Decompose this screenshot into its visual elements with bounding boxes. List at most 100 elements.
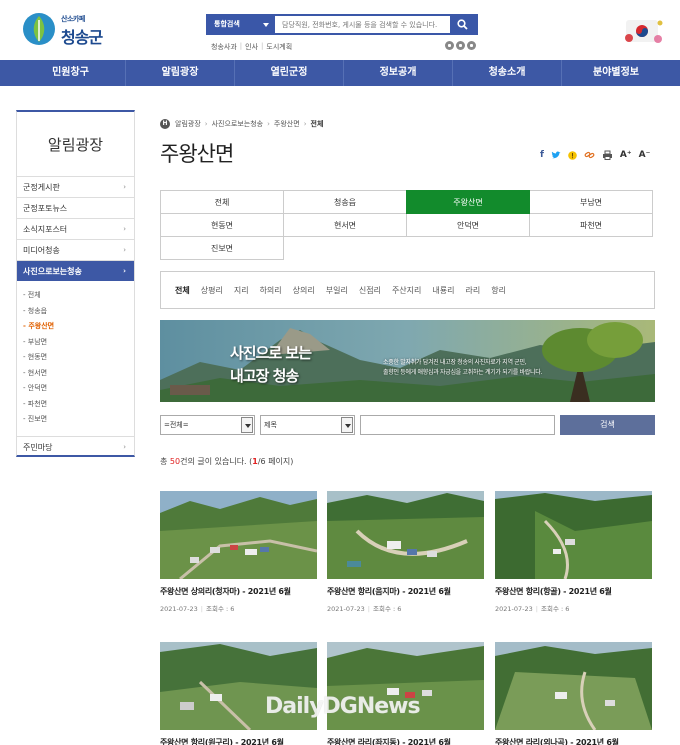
gallery-views: 조회수 : 6: [372, 605, 402, 613]
sidebar-item-admin-board[interactable]: 군정게시판 ›: [16, 176, 135, 197]
village-tab-sangui[interactable]: 상의리: [293, 285, 315, 296]
submenu-item-all[interactable]: - 전체: [23, 288, 134, 304]
gallery-card[interactable]: 주왕산면 항리(음지마) - 2021년 6월 2021-07-23 | 조회수 :…: [327, 491, 484, 613]
pause-icon[interactable]: [456, 41, 465, 50]
caret-down-icon: [263, 23, 269, 27]
facebook-icon[interactable]: f: [540, 150, 544, 160]
breadcrumb: H 알림광장 › 사진으로보는청송 › 주왕산면 › 전체: [160, 119, 323, 129]
gallery-title[interactable]: 주왕산면 항리(원구리) - 2021년 6월: [160, 737, 317, 745]
next-icon[interactable]: [467, 41, 476, 50]
gnb-item-info-disclosure[interactable]: 정보공개: [343, 60, 452, 86]
village-tab-ji[interactable]: 지리: [234, 285, 249, 296]
tab-jinbo[interactable]: 진보면: [160, 236, 284, 260]
quick-link-urban-plan[interactable]: 도시계획: [266, 42, 292, 52]
gnb-item-field-info[interactable]: 분야별정보: [561, 60, 670, 86]
gallery-card[interactable]: 주왕산면 라리(외나곡) - 2021년 6월: [495, 642, 652, 745]
kakaostory-icon[interactable]: [568, 150, 577, 160]
gallery-thumbnail[interactable]: [160, 491, 317, 579]
breadcrumb-item[interactable]: 사진으로보는청송: [212, 119, 264, 129]
gallery-title[interactable]: 주왕산면 라리(외나곡) - 2021년 6월: [495, 737, 652, 745]
village-tab-haui[interactable]: 하의리: [260, 285, 282, 296]
gallery-title[interactable]: 주왕산면 라리(좌지동) - 2021년 6월: [327, 737, 484, 745]
village-tab-all[interactable]: 전체: [175, 285, 190, 296]
sidebar-item-photo-news[interactable]: 군정포토뉴스: [16, 197, 135, 218]
gallery-thumbnail[interactable]: [327, 491, 484, 579]
prev-icon[interactable]: [445, 41, 454, 50]
gallery-title[interactable]: 주왕산면 항리(항골) - 2021년 6월: [495, 586, 652, 597]
logo-name: 청송군: [61, 28, 103, 47]
breadcrumb-separator: ›: [267, 120, 270, 128]
village-tab-hang[interactable]: 항리: [491, 285, 506, 296]
sidebar-menu: 군정게시판 › 군정포토뉴스 소식지포스터 › 미디어청송 › 사진으로보는청송…: [16, 176, 135, 457]
sidebar-item-photo-gallery[interactable]: 사진으로보는청송 ›: [16, 260, 135, 281]
gallery-title[interactable]: 주왕산면 상의리(청자마) - 2021년 6월: [160, 586, 317, 597]
village-tab-naeryong[interactable]: 내룡리: [432, 285, 454, 296]
sidebar-item-media[interactable]: 미디어청송 ›: [16, 239, 135, 260]
tab-andeok[interactable]: 안덕면: [406, 213, 530, 237]
search-scope-dropdown[interactable]: =전체=: [160, 415, 255, 435]
chevron-right-icon: ›: [123, 183, 126, 191]
gallery-thumbnail[interactable]: [495, 642, 652, 730]
breadcrumb-separator: ›: [204, 120, 208, 128]
sidebar-item-newsletter[interactable]: 소식지포스터 ›: [16, 218, 135, 239]
link-copy-icon[interactable]: [584, 150, 595, 160]
quick-link-personnel[interactable]: 인사: [245, 42, 258, 52]
search-field-dropdown[interactable]: 제목: [260, 415, 355, 435]
village-tab-sangpyeong[interactable]: 상평리: [201, 285, 223, 296]
gallery-card[interactable]: 주왕산면 항리(항골) - 2021년 6월 2021-07-23 | 조회수 : …: [495, 491, 652, 613]
breadcrumb-item[interactable]: 주왕산면: [274, 119, 300, 129]
village-tab-buil[interactable]: 부일리: [326, 285, 348, 296]
submenu-item-cheongsong-eup[interactable]: - 청송읍: [23, 304, 134, 320]
submenu-item-andeok[interactable]: - 안덕면: [23, 381, 134, 397]
gallery-title[interactable]: 주왕산면 항리(음지마) - 2021년 6월: [327, 586, 484, 597]
keyword-input[interactable]: [360, 415, 555, 435]
tab-juwangsan[interactable]: 주왕산면: [406, 190, 530, 214]
village-tab-jusanji[interactable]: 주산지리: [392, 285, 421, 296]
sidebar-item-label: 사진으로보는청송: [23, 267, 82, 276]
submenu-item-bunam[interactable]: - 부남면: [23, 335, 134, 351]
font-size-up-button[interactable]: A⁺: [620, 150, 632, 160]
site-logo[interactable]: 산소카페 청송군: [22, 10, 112, 50]
search-scope-select[interactable]: 통합검색: [208, 16, 275, 33]
sidebar-item-label: 주민마당: [23, 442, 53, 452]
font-size-down-button[interactable]: A⁻: [639, 150, 651, 160]
gnb-item-about[interactable]: 청송소개: [452, 60, 561, 86]
search-field-value: 제목: [264, 421, 277, 429]
submenu-item-jinbo[interactable]: - 진보면: [23, 412, 134, 428]
chevron-right-icon: ›: [123, 442, 126, 451]
village-tab-sinjeom[interactable]: 신점리: [359, 285, 381, 296]
site-header: 산소카페 청송군 통합검색 청송사과 | 인사 | 도시계획: [0, 0, 680, 60]
tab-cheongsong-eup[interactable]: 청송읍: [283, 190, 407, 214]
tab-hyeondong[interactable]: 현동면: [160, 213, 284, 237]
tab-bunam[interactable]: 부남면: [529, 190, 653, 214]
search-button[interactable]: [450, 16, 476, 33]
gnb-item-open-admin[interactable]: 열린군정: [234, 60, 343, 86]
gallery-card[interactable]: 주왕산면 상의리(청자마) - 2021년 6월 2021-07-23 | 조회수 …: [160, 491, 317, 613]
submenu-item-hyeonseo[interactable]: - 현서면: [23, 366, 134, 382]
village-tabs: 전체 상평리 지리 하의리 상의리 부일리 신점리 주산지리 내룡리 라리 항리: [160, 271, 655, 309]
board-search-button[interactable]: 검색: [560, 415, 655, 435]
sidebar-item-residents[interactable]: 주민마당 ›: [16, 435, 135, 457]
chevron-right-icon: ›: [123, 267, 126, 275]
chevron-right-icon: ›: [123, 225, 126, 233]
summary-middle: 건의 글이 있습니다. (: [180, 457, 253, 466]
gnb-item-civil[interactable]: 민원창구: [16, 60, 125, 86]
gallery-thumbnail[interactable]: [495, 491, 652, 579]
tab-pacheon[interactable]: 파천면: [529, 213, 653, 237]
print-icon[interactable]: [602, 150, 613, 160]
submenu-item-pacheon[interactable]: - 파천면: [23, 397, 134, 413]
result-summary: 총 50건의 글이 있습니다. (1/6 페이지): [160, 456, 293, 467]
village-tab-ra[interactable]: 라리: [465, 285, 480, 296]
tab-hyeonseo[interactable]: 현서면: [283, 213, 407, 237]
tab-all[interactable]: 전체: [160, 190, 284, 214]
gnb-item-notice[interactable]: 알림광장: [125, 60, 234, 86]
submenu-item-juwangsan[interactable]: - 주왕산면: [23, 319, 134, 335]
breadcrumb-current: 전체: [310, 120, 324, 128]
sidebar-item-label: 군정포토뉴스: [23, 204, 68, 213]
quick-link-apple[interactable]: 청송사과: [211, 42, 237, 52]
twitter-icon[interactable]: [551, 150, 561, 160]
submenu-item-hyeondong[interactable]: - 현동면: [23, 350, 134, 366]
search-input[interactable]: [280, 16, 448, 33]
home-icon[interactable]: H: [160, 119, 170, 129]
breadcrumb-item[interactable]: 알림광장: [175, 119, 201, 129]
